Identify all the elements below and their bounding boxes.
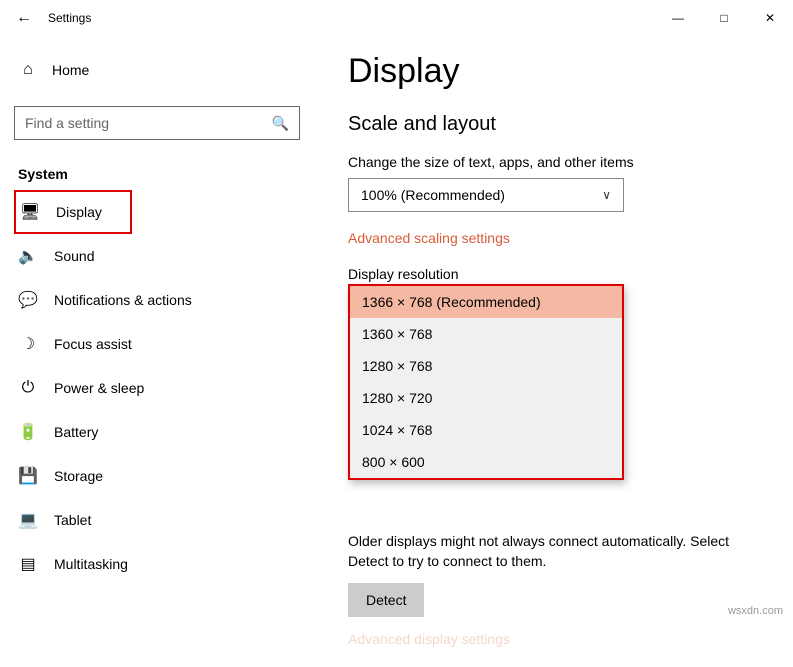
sidebar-item-display[interactable]: 🖥 Display (14, 190, 132, 234)
older-displays-note: Older displays might not always connect … (348, 532, 765, 571)
tablet-icon: 💻 (18, 510, 38, 530)
sidebar-item-label: Tablet (54, 512, 91, 528)
sidebar-item-label: Notifications & actions (54, 292, 192, 308)
multitasking-icon: ▤ (18, 554, 38, 574)
display-icon: 🖥 (20, 202, 40, 222)
sidebar-item-label: Display (56, 204, 102, 220)
resolution-option[interactable]: 1280 × 768 (350, 350, 622, 382)
back-button[interactable]: ← (0, 9, 48, 27)
resolution-dropdown-open[interactable]: 1366 × 768 (Recommended) 1360 × 768 1280… (348, 284, 624, 480)
focus-assist-icon: ☽ (18, 334, 38, 354)
search-input[interactable]: Find a setting 🔍 (14, 106, 300, 140)
scale-dropdown[interactable]: 100% (Recommended) ∨ (348, 178, 624, 212)
resolution-option[interactable]: 1360 × 768 (350, 318, 622, 350)
chevron-down-icon: ∨ (602, 188, 611, 202)
window-title: Settings (48, 11, 91, 25)
resolution-option[interactable]: 1366 × 768 (Recommended) (350, 286, 622, 318)
sidebar-item-label: Battery (54, 424, 98, 440)
resolution-option[interactable]: 1280 × 720 (350, 382, 622, 414)
close-button[interactable]: ✕ (747, 2, 793, 34)
sound-icon: 🔈 (18, 246, 38, 266)
sidebar-item-label: Power & sleep (54, 380, 144, 396)
page-title: Display (348, 52, 765, 91)
resolution-option[interactable]: 800 × 600 (350, 446, 622, 478)
battery-icon: 🔋 (18, 422, 38, 442)
minimize-button[interactable]: ― (655, 2, 701, 34)
sidebar-item-tablet[interactable]: 💻 Tablet (14, 498, 312, 542)
sidebar-item-notifications[interactable]: 💬 Notifications & actions (14, 278, 312, 322)
section-header: System (18, 166, 312, 182)
advanced-display-link[interactable]: Advanced display settings (348, 631, 510, 647)
sidebar-item-label: Storage (54, 468, 103, 484)
power-icon: ⏻ (18, 379, 38, 397)
sidebar-item-label: Focus assist (54, 336, 132, 352)
sidebar-item-power-sleep[interactable]: ⏻ Power & sleep (14, 366, 312, 410)
sidebar-item-label: Sound (54, 248, 94, 264)
sidebar-item-storage[interactable]: 💾 Storage (14, 454, 312, 498)
notifications-icon: 💬 (18, 290, 38, 310)
resolution-label: Display resolution (348, 266, 765, 282)
sidebar-item-sound[interactable]: 🔈 Sound (14, 234, 312, 278)
search-icon: 🔍 (272, 115, 289, 132)
resolution-option[interactable]: 1024 × 768 (350, 414, 622, 446)
content-pane: Display Scale and layout Change the size… (320, 36, 793, 621)
scale-label: Change the size of text, apps, and other… (348, 154, 765, 170)
scale-value: 100% (Recommended) (361, 187, 602, 203)
sidebar-item-focus-assist[interactable]: ☽ Focus assist (14, 322, 312, 366)
home-link[interactable]: ⌂ Home (14, 48, 312, 92)
detect-button[interactable]: Detect (348, 583, 424, 617)
maximize-button[interactable]: □ (701, 2, 747, 34)
sidebar: ⌂ Home Find a setting 🔍 System 🖥 Display… (0, 36, 320, 621)
sidebar-item-label: Multitasking (54, 556, 128, 572)
search-placeholder: Find a setting (25, 115, 272, 131)
sidebar-item-battery[interactable]: 🔋 Battery (14, 410, 312, 454)
section-title: Scale and layout (348, 113, 765, 136)
sidebar-item-multitasking[interactable]: ▤ Multitasking (14, 542, 312, 586)
titlebar: ← Settings ― □ ✕ (0, 0, 793, 36)
home-label: Home (52, 62, 89, 78)
storage-icon: 💾 (18, 466, 38, 486)
watermark: wsxdn.com (728, 605, 783, 617)
advanced-scaling-link[interactable]: Advanced scaling settings (348, 230, 510, 246)
home-icon: ⌂ (18, 61, 38, 79)
